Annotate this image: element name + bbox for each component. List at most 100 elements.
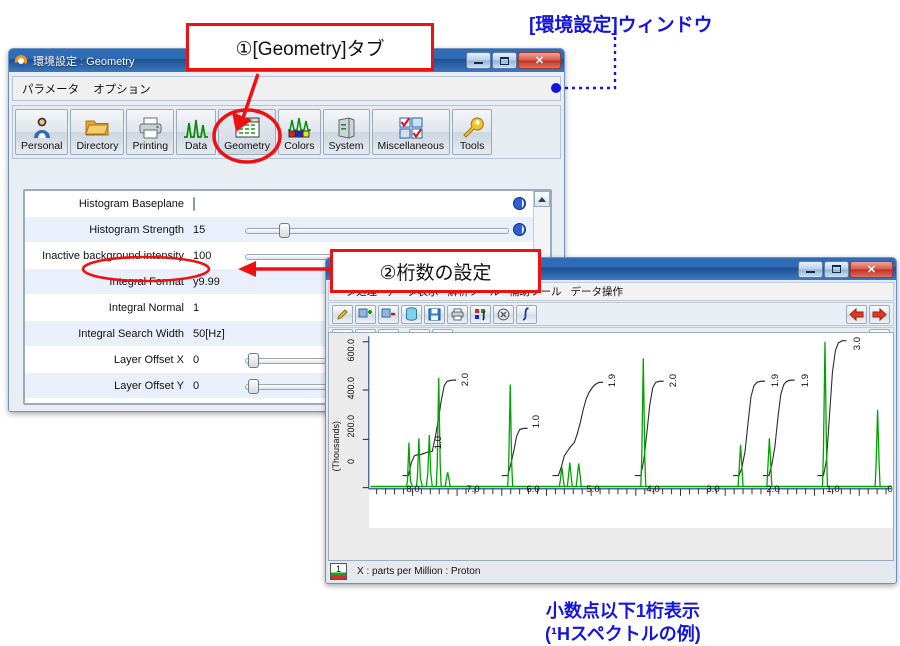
spectrum-toolbar-row1[interactable] <box>328 302 894 326</box>
tab-colors-label: Colors <box>284 141 314 152</box>
integral-label: 1.9 <box>607 374 618 387</box>
integral-label: 2.0 <box>460 373 471 386</box>
x-tick-label: 3.0 <box>706 484 719 495</box>
setting-label: Histogram Baseplane <box>25 198 193 210</box>
maximize-button[interactable] <box>492 52 517 69</box>
integral-format-value[interactable]: y9.99 <box>193 276 245 288</box>
remove-layer-icon[interactable] <box>378 305 399 324</box>
database-icon[interactable] <box>401 305 422 324</box>
circle-x-icon[interactable] <box>493 305 514 324</box>
integral-icon[interactable] <box>516 305 537 324</box>
slider-knob[interactable] <box>248 353 259 368</box>
x-axis-description: X : parts per Million : Proton <box>357 566 480 577</box>
tab-miscellaneous[interactable]: Miscellaneous <box>372 109 451 155</box>
scroll-up-button[interactable] <box>534 191 550 207</box>
minimize-icon <box>806 271 815 273</box>
setting-label: Layer Offset X <box>25 354 193 366</box>
person-icon <box>31 115 53 140</box>
tab-printing[interactable]: Printing <box>126 109 174 155</box>
tab-data-label: Data <box>185 141 207 152</box>
menu-parameter[interactable]: パラメータ <box>22 81 79 97</box>
setting-value: 0 <box>193 354 245 366</box>
integral-label: 1.0 <box>531 415 542 428</box>
slider-knob[interactable] <box>248 379 259 394</box>
x-tick-label: 4.0 <box>646 484 659 495</box>
setting-label: Integral Format <box>25 276 193 288</box>
scroll-up-arrow-icon <box>538 197 546 202</box>
integral-label: 1.0 <box>433 436 444 449</box>
setting-label: Inactive background intensity <box>25 250 193 262</box>
setting-row-histogram-strength[interactable]: Histogram Strength 15 <box>25 217 533 243</box>
spectrum-close-button[interactable]: ✕ <box>850 261 893 278</box>
minimize-icon <box>474 62 483 64</box>
spectrum-statusbar: 1 X : parts per Million : Proton <box>328 561 894 581</box>
setting-label: Integral Normal <box>25 302 193 314</box>
setting-value: 0 <box>193 380 245 392</box>
slider-knob[interactable] <box>279 223 290 238</box>
setting-value: 15 <box>193 224 245 236</box>
preferences-menubar[interactable]: パラメータ オプション <box>12 76 561 101</box>
histogram-strength-slider[interactable] <box>245 225 509 234</box>
forward-arrow-icon[interactable] <box>869 305 890 324</box>
setting-control <box>245 197 533 210</box>
setting-row-histogram-baseplane[interactable]: Histogram Baseplane <box>25 191 533 217</box>
print-icon[interactable] <box>447 305 468 324</box>
integral-label: 1.9 <box>770 374 781 387</box>
close-button[interactable]: ✕ <box>518 52 561 69</box>
spectrum-maximize-button[interactable] <box>824 261 849 278</box>
setting-label: Layer Offset Y <box>25 380 193 392</box>
spectrum-svg <box>329 333 893 560</box>
spectrum-window-controls: ✕ <box>798 261 894 278</box>
y-tick-0: 0 <box>346 459 356 464</box>
tab-tools[interactable]: Tools <box>452 109 492 155</box>
color-swatches-icon <box>287 115 312 140</box>
spectrum-plot[interactable]: (Thousands) 600.0 400.0 200.0 0 <box>328 332 894 561</box>
setting-value: 100 <box>193 250 245 262</box>
callout-digit-setting-text: ②桁数の設定 <box>379 258 491 285</box>
tab-directory[interactable]: Directory <box>70 109 124 155</box>
minimize-button[interactable] <box>466 52 491 69</box>
x-axis-background <box>329 528 893 560</box>
tab-system[interactable]: System <box>323 109 370 155</box>
save-icon[interactable] <box>424 305 445 324</box>
wrench-icon <box>461 115 484 140</box>
tab-tools-label: Tools <box>460 141 485 152</box>
reset-arrow-icon[interactable] <box>513 223 526 236</box>
page-chip[interactable]: 1 <box>330 563 347 580</box>
integral-label: 2.0 <box>668 374 679 387</box>
tab-data[interactable]: Data <box>176 109 216 155</box>
jeol-app-icon <box>14 54 28 68</box>
tab-colors[interactable]: Colors <box>278 109 320 155</box>
tab-geometry[interactable]: Geometry <box>218 109 276 155</box>
menu-option[interactable]: オプション <box>93 81 151 97</box>
y-tick-400: 400.0 <box>346 377 356 400</box>
menu-data-operation[interactable]: データ操作 <box>571 284 624 299</box>
spectrum-window[interactable]: ✕ ータ処理 データ表示 解析ツール 補助ツール データ操作 Alt Shift… <box>325 257 897 584</box>
spectrum-caption-line2: (¹Hスペクトルの例) <box>545 623 701 646</box>
callout-digit-setting: ②桁数の設定 <box>330 249 541 293</box>
integral-label: 1.9 <box>800 374 811 387</box>
add-layer-icon[interactable] <box>355 305 376 324</box>
maximize-icon <box>500 57 509 65</box>
pencil-icon[interactable] <box>332 305 353 324</box>
back-arrow-icon[interactable] <box>846 305 867 324</box>
peaks-icon <box>183 115 209 140</box>
integral-curve-icon[interactable] <box>470 305 491 324</box>
x-tick-label: 6.0 <box>526 484 539 495</box>
tab-personal[interactable]: Personal <box>15 109 68 155</box>
window-note-text: [環境設定]ウィンドウ <box>529 15 713 36</box>
tab-miscellaneous-label: Miscellaneous <box>378 141 445 152</box>
spectrum-caption: 小数点以下1桁表示 (¹Hスペクトルの例) <box>545 600 701 646</box>
preferences-toolbar[interactable]: Personal Directory Printing Data Geometr… <box>12 105 561 159</box>
reset-arrow-icon[interactable] <box>513 197 526 210</box>
y-tick-600: 600.0 <box>346 339 356 362</box>
tab-geometry-label: Geometry <box>224 141 270 152</box>
spectrum-minimize-button[interactable] <box>798 261 823 278</box>
x-tick-label: 5.0 <box>586 484 599 495</box>
setting-value: 1 <box>193 302 245 314</box>
tab-personal-label: Personal <box>21 141 62 152</box>
x-tick-label: 7.0 <box>466 484 479 495</box>
printer-icon <box>138 115 163 140</box>
histogram-baseplane-checkbox[interactable] <box>193 197 195 211</box>
x-tick-label: 1.0 <box>826 484 839 495</box>
